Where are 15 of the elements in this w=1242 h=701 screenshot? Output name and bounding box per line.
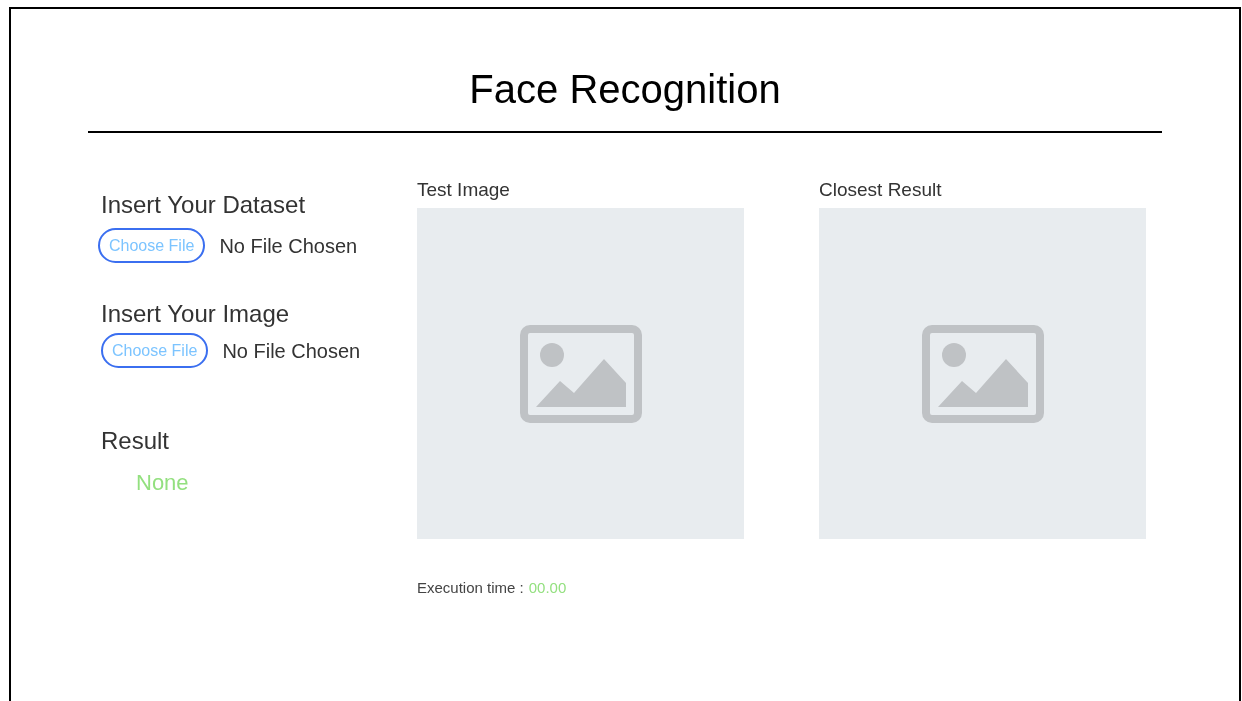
file-status: No File Chosen: [222, 338, 361, 364]
panel-label: Closest Result: [819, 178, 943, 202]
panel-label: Test Image: [417, 178, 511, 202]
execution-time-label: Execution time :: [417, 578, 524, 598]
choose-file-button[interactable]: Choose File: [98, 228, 206, 263]
image-placeholder-icon: [921, 324, 1044, 423]
choose-file-button[interactable]: Choose File: [101, 333, 209, 368]
image-placeholder-icon: [519, 324, 642, 423]
page-title: Face Recognition: [469, 66, 781, 113]
upload-label: Insert Your Dataset: [101, 190, 307, 220]
result-label: Result: [101, 426, 171, 456]
execution-time-value: 00.00: [528, 578, 567, 598]
upload-label: Insert Your Image: [101, 299, 291, 329]
file-status: No File Chosen: [219, 233, 358, 259]
result-value: None: [136, 469, 190, 497]
